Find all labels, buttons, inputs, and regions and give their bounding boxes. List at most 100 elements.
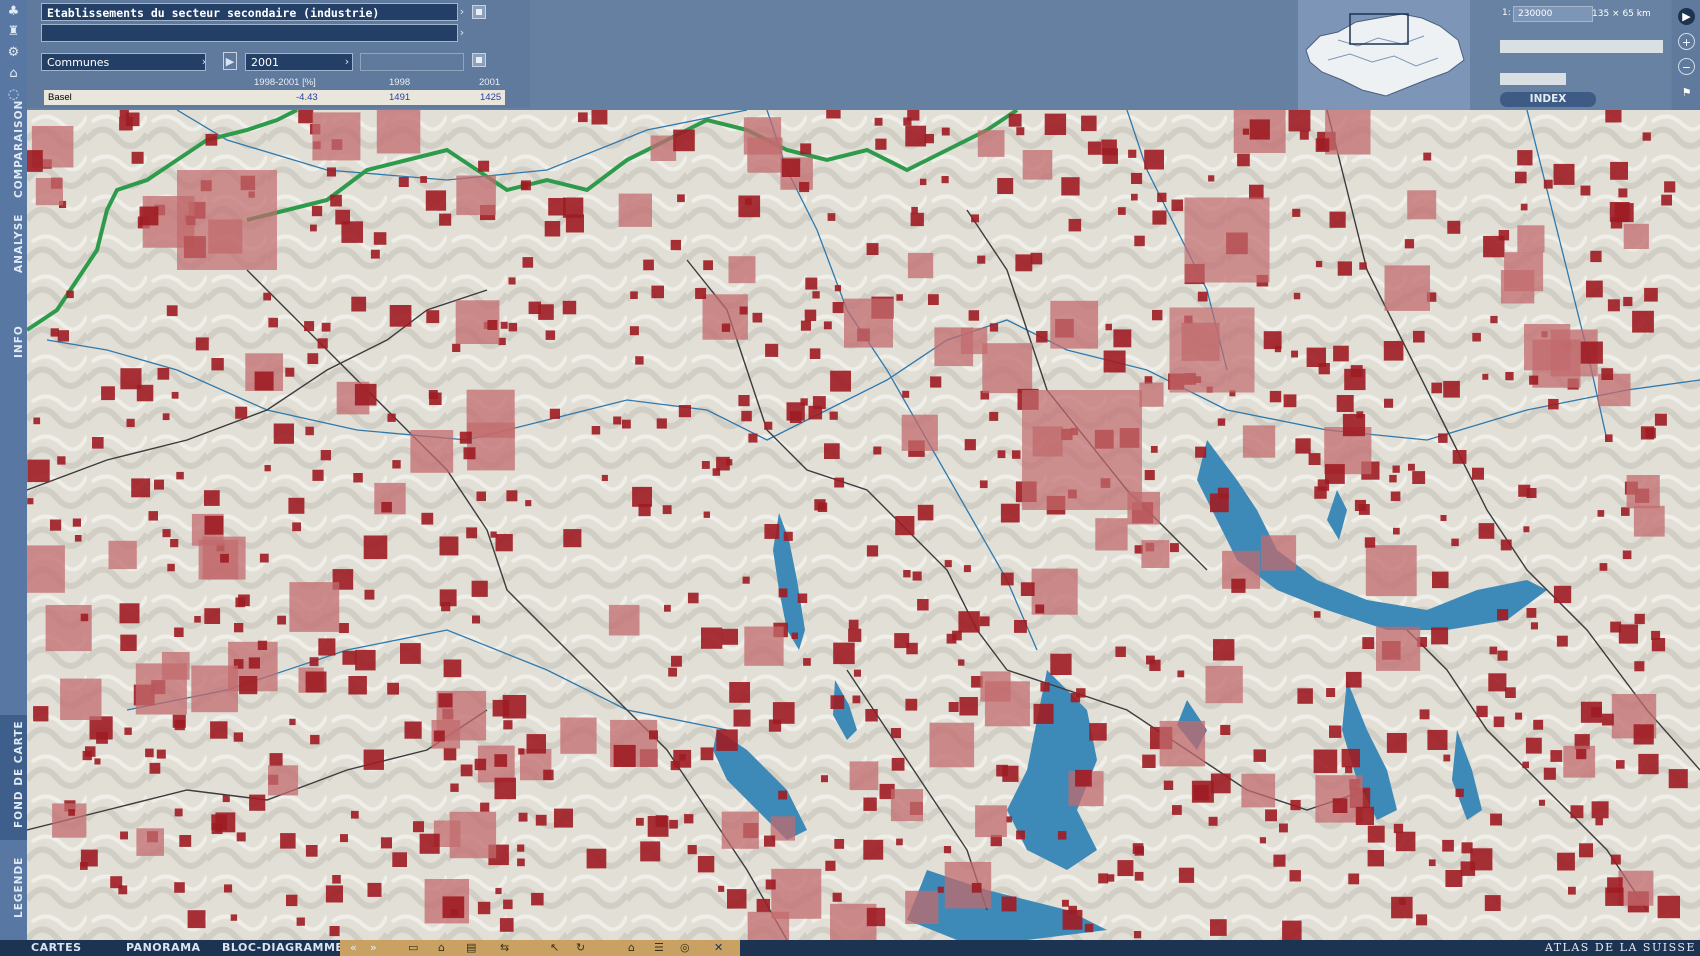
industry-symbol[interactable] (1599, 563, 1608, 571)
industry-symbol[interactable] (905, 698, 918, 711)
industry-symbol[interactable] (1142, 754, 1156, 768)
industry-symbol[interactable] (977, 255, 986, 264)
industry-symbol[interactable] (174, 627, 184, 638)
industry-symbol[interactable] (410, 430, 454, 473)
industry-symbol[interactable] (896, 838, 903, 846)
industry-symbol[interactable] (703, 511, 710, 518)
industry-symbol[interactable] (721, 811, 759, 849)
industry-symbol[interactable] (508, 322, 518, 332)
industry-symbol[interactable] (239, 676, 258, 695)
industry-symbol[interactable] (351, 296, 367, 312)
industry-symbol[interactable] (1367, 850, 1384, 867)
industry-symbol[interactable] (254, 371, 274, 391)
industry-symbol[interactable] (298, 110, 314, 124)
industry-symbol[interactable] (1586, 280, 1603, 298)
tab-legende[interactable]: LEGENDE (0, 857, 27, 930)
industry-symbol[interactable] (52, 803, 87, 838)
industry-symbol[interactable] (578, 112, 588, 123)
industry-symbol[interactable] (149, 762, 161, 774)
industry-symbol[interactable] (1505, 372, 1514, 381)
industry-symbol[interactable] (1393, 823, 1404, 834)
industry-symbol[interactable] (702, 294, 748, 340)
industry-symbol[interactable] (1440, 515, 1447, 521)
industry-symbol[interactable] (438, 693, 453, 708)
industry-symbol[interactable] (136, 384, 154, 402)
industry-symbol[interactable] (865, 709, 878, 722)
industry-symbol[interactable] (204, 490, 220, 506)
industry-symbol[interactable] (1131, 172, 1143, 184)
year-select[interactable]: 2001 (245, 53, 353, 71)
industry-symbol[interactable] (944, 560, 952, 568)
industry-symbol[interactable] (1134, 871, 1144, 881)
industry-symbol[interactable] (963, 565, 971, 573)
industry-symbol[interactable] (195, 337, 209, 351)
industry-symbol[interactable] (1640, 426, 1655, 440)
industry-symbol[interactable] (1087, 141, 1102, 155)
industry-symbol[interactable] (832, 302, 844, 314)
industry-symbol[interactable] (1022, 150, 1053, 180)
tab-comparaison[interactable]: COMPARAISON (0, 100, 27, 210)
industry-symbol[interactable] (1036, 331, 1048, 343)
industry-symbol[interactable] (1664, 181, 1676, 193)
industry-symbol[interactable] (1591, 801, 1609, 819)
industry-symbol[interactable] (722, 628, 738, 645)
industry-symbol[interactable] (35, 178, 63, 206)
industry-symbol[interactable] (804, 309, 817, 322)
industry-symbol[interactable] (744, 626, 784, 666)
industry-symbol[interactable] (743, 117, 782, 155)
industry-symbol[interactable] (1605, 110, 1622, 123)
industry-symbol[interactable] (943, 846, 952, 854)
industry-symbol[interactable] (697, 856, 715, 873)
industry-symbol[interactable] (866, 243, 879, 255)
industry-symbol[interactable] (1318, 363, 1330, 375)
industry-symbol[interactable] (233, 732, 243, 742)
industry-symbol-large[interactable] (1169, 307, 1255, 393)
industry-symbol[interactable] (1329, 211, 1346, 228)
industry-symbol[interactable] (1288, 110, 1311, 132)
industry-symbol[interactable] (148, 511, 159, 521)
industry-symbol[interactable] (198, 539, 239, 580)
industry-symbol[interactable] (622, 419, 631, 429)
industry-symbol[interactable] (894, 633, 910, 649)
list-icon[interactable]: ☰ (654, 940, 664, 956)
industry-symbol[interactable] (234, 623, 244, 633)
theme-arrow-icon[interactable]: › (456, 3, 468, 21)
industry-symbol[interactable] (1163, 780, 1174, 790)
industry-symbol[interactable] (1497, 609, 1509, 621)
industry-symbol[interactable] (982, 343, 1033, 394)
industry-symbol[interactable] (268, 765, 299, 796)
industry-symbol[interactable] (259, 553, 269, 563)
industry-symbol[interactable] (1358, 504, 1370, 515)
industry-symbol[interactable] (1523, 526, 1530, 533)
industry-symbol[interactable] (429, 392, 442, 406)
industry-symbol[interactable] (1178, 867, 1195, 883)
industry-symbol-large[interactable] (177, 170, 277, 270)
industry-symbol[interactable] (210, 721, 228, 739)
industry-symbol[interactable] (1131, 193, 1138, 201)
industry-symbol[interactable] (959, 697, 978, 716)
industry-symbol[interactable] (549, 408, 560, 419)
industry-symbol[interactable] (996, 764, 1008, 777)
industry-symbol[interactable] (1210, 773, 1231, 794)
industry-symbol[interactable] (363, 749, 384, 770)
industry-symbol[interactable] (890, 728, 901, 739)
industry-symbol[interactable] (928, 294, 939, 305)
industry-symbol[interactable] (1634, 661, 1645, 672)
industry-symbol[interactable] (1550, 750, 1563, 762)
industry-symbol[interactable] (187, 910, 206, 929)
industry-symbol[interactable] (721, 323, 731, 332)
tab-info[interactable]: INFO (0, 320, 27, 370)
industry-symbol[interactable] (1472, 467, 1484, 480)
building-icon[interactable]: ⌂ (3, 65, 24, 83)
industry-symbol[interactable] (830, 695, 845, 709)
industry-symbol[interactable] (1493, 716, 1505, 728)
industry-symbol[interactable] (1118, 207, 1126, 215)
industry-symbol[interactable] (1291, 350, 1298, 358)
industry-symbol[interactable] (1618, 870, 1654, 906)
zoom-in-icon[interactable]: + (1678, 33, 1695, 50)
industry-symbol[interactable] (1084, 923, 1094, 933)
industry-symbol[interactable] (1283, 394, 1297, 408)
industry-symbol[interactable] (45, 605, 92, 652)
industry-symbol[interactable] (727, 889, 747, 909)
industry-symbol[interactable] (632, 486, 652, 507)
